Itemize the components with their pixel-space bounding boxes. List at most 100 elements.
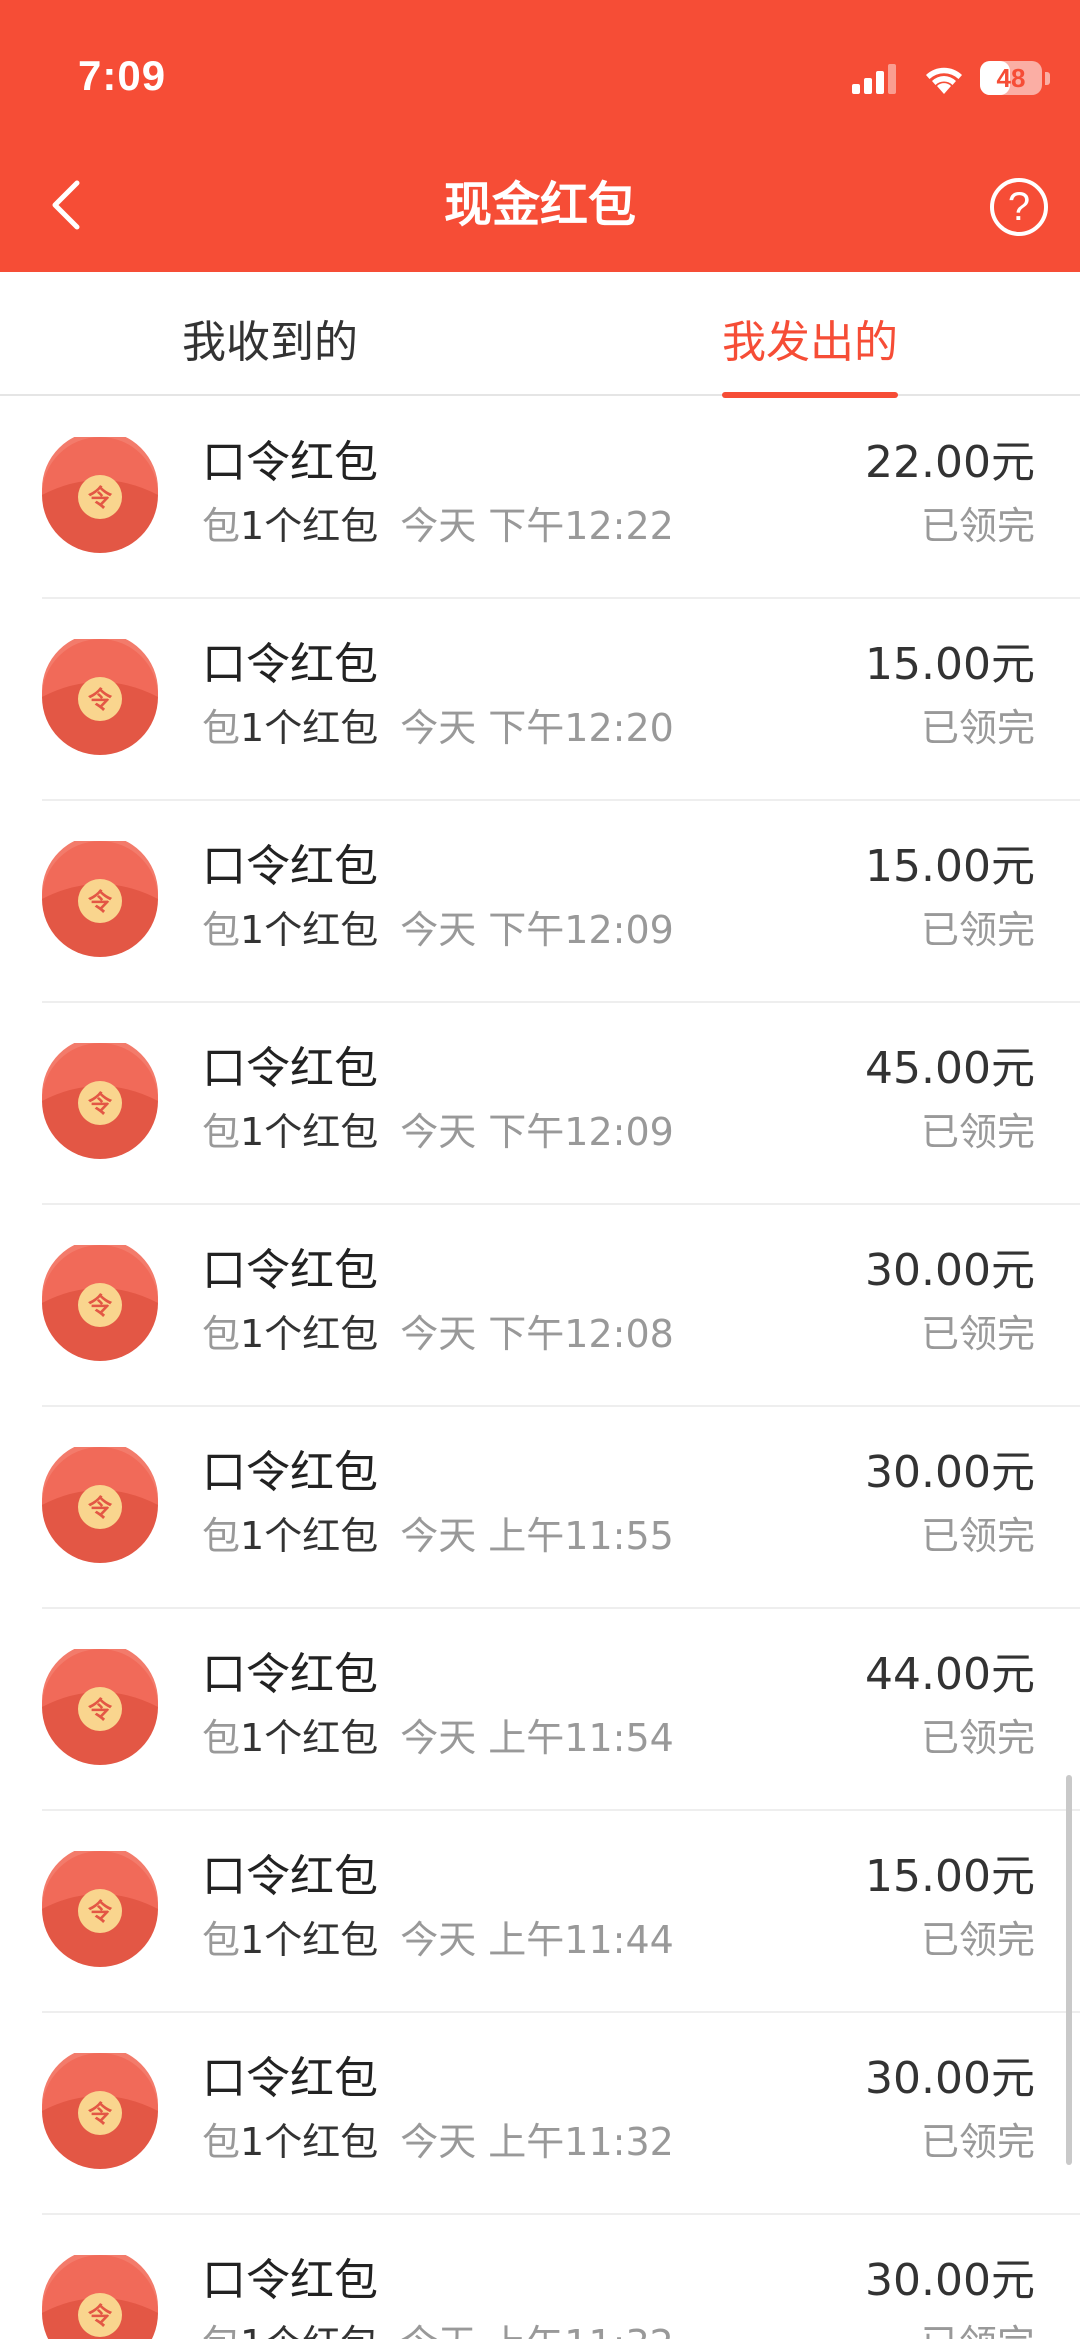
page-title: 现金红包 (443, 177, 636, 233)
item-subtitle: 包1个红包 今天 上午11:54 (202, 1713, 674, 1763)
item-status: 已领完 (920, 504, 1035, 548)
tab-sent-label: 我发出的 (722, 306, 898, 398)
item-count: 1个红包 (240, 1918, 379, 1962)
seal-glyph: 令 (88, 686, 113, 714)
item-amount: 15.00元 (865, 1851, 1035, 1902)
tab-received[interactable]: 我收到的 (0, 272, 540, 394)
item-amount: 15.00元 (865, 841, 1035, 892)
tab-received-label: 我收到的 (182, 317, 358, 368)
list-item[interactable]: 令 口令红包 包1个红包 今天 下午12:22 22.00元 已领完 (42, 397, 1080, 599)
list-item[interactable]: 令 口令红包 包1个红包 今天 下午12:09 45.00元 已领完 (42, 1003, 1080, 1205)
item-title: 口令红包 (202, 841, 378, 892)
item-count: 1个红包 (240, 504, 379, 548)
item-time: 今天 上午11:54 (400, 1716, 674, 1760)
seal-glyph: 令 (88, 888, 113, 916)
seal-glyph: 令 (88, 1898, 113, 1926)
item-count: 1个红包 (240, 2120, 379, 2164)
item-subtitle: 包1个红包 今天 下午12:09 (202, 1107, 674, 1157)
item-prefix: 包 (202, 1514, 241, 1558)
red-packet-icon: 令 (42, 2053, 158, 2169)
seal-glyph: 令 (88, 1696, 113, 1724)
item-time: 今天 下午12:09 (400, 1110, 674, 1154)
item-prefix: 包 (202, 1918, 241, 1962)
signal-icon (852, 64, 896, 94)
red-packet-list: 令 口令红包 包1个红包 今天 下午12:22 22.00元 已领完 令 口令红包… (0, 397, 1080, 2339)
item-amount: 30.00元 (865, 2053, 1035, 2104)
list-item[interactable]: 令 口令红包 包1个红包 今天 上午11:32 30.00元 已领完 (42, 2215, 1080, 2339)
item-prefix: 包 (202, 504, 241, 548)
scrollbar[interactable] (1066, 1775, 1072, 2165)
item-prefix: 包 (202, 2120, 241, 2164)
battery-icon: 48 (980, 61, 1042, 95)
item-prefix: 包 (202, 2322, 240, 2339)
status-time: 7:09 (78, 52, 167, 99)
red-packet-icon: 令 (42, 1447, 158, 1563)
red-packet-icon: 令 (42, 1649, 158, 1765)
item-time: 今天 上午11:44 (400, 1918, 674, 1962)
item-subtitle: 包1个红包 今天 下午12:08 (202, 1309, 674, 1359)
item-title: 口令红包 (202, 2053, 378, 2104)
item-prefix: 包 (202, 1716, 241, 1760)
item-title: 口令红包 (202, 639, 378, 690)
item-prefix: 包 (202, 706, 241, 750)
item-time: 今天 下午12:22 (400, 504, 674, 548)
item-amount: 45.00元 (865, 1043, 1035, 1094)
seal-glyph: 令 (88, 1292, 113, 1320)
list-item[interactable]: 令 口令红包 包1个红包 今天 上午11:54 44.00元 已领完 (42, 1609, 1080, 1811)
item-amount: 22.00元 (865, 437, 1035, 488)
item-count: 1个红包 (240, 706, 379, 750)
item-time: 今天 下午12:20 (400, 706, 674, 750)
item-status: 已领完 (920, 908, 1035, 952)
list-item[interactable]: 令 口令红包 包1个红包今天 上午11:32 30.00元 已领完 (42, 2013, 1080, 2215)
help-button[interactable]: ? (990, 178, 1048, 236)
item-status: 已领完 (920, 706, 1035, 750)
item-title: 口令红包 (202, 1649, 378, 1700)
seal-glyph: 令 (88, 1090, 113, 1118)
item-amount: 30.00元 (865, 1447, 1035, 1498)
red-packet-icon: 令 (42, 1851, 158, 1967)
item-title: 口令红包 (202, 1043, 378, 1094)
item-title: 口令红包 (202, 437, 378, 488)
item-subtitle: 包1个红包 今天 下午12:20 (202, 703, 674, 753)
status-icons: 48 (850, 58, 1050, 98)
seal-glyph: 令 (88, 484, 113, 512)
red-packet-icon: 令 (42, 2255, 158, 2339)
item-time: 今天 下午12:09 (400, 908, 674, 952)
list-item[interactable]: 令 口令红包 包1个红包 今天 下午12:20 15.00元 已领完 (42, 599, 1080, 801)
item-count: 1个红包 (240, 2322, 378, 2339)
list-item[interactable]: 令 口令红包 包1个红包 今天 下午12:08 30.00元 已领完 (42, 1205, 1080, 1407)
item-count: 1个红包 (240, 1716, 379, 1760)
tab-sent[interactable]: 我发出的 (540, 272, 1080, 398)
tab-bar: 我收到的 我发出的 (0, 272, 1080, 398)
item-count: 1个红包 (240, 1110, 379, 1154)
item-subtitle: 包1个红包 今天 上午11:44 (202, 1915, 674, 1965)
seal-glyph: 令 (88, 2302, 113, 2330)
list-item[interactable]: 令 口令红包 包1个红包 今天 下午12:09 15.00元 已领完 (42, 801, 1080, 1003)
battery-cap (1045, 71, 1050, 85)
item-time: 今天 上午11:32 (400, 2322, 674, 2339)
question-circle-icon: ? (1007, 185, 1031, 229)
item-status: 已领完 (920, 1110, 1035, 1154)
list-item[interactable]: 令 口令红包 包1个红包 今天 上午11:44 15.00元 已领完 (42, 1811, 1080, 2013)
seal-glyph: 令 (88, 1494, 113, 1522)
list-item[interactable]: 令 口令红包 包1个红包 今天 上午11:55 30.00元 已领完 (42, 1407, 1080, 1609)
item-title: 口令红包 (202, 2255, 378, 2306)
item-prefix: 包 (202, 908, 241, 952)
item-status: 已领完 (920, 1514, 1035, 1558)
item-time: 今天 上午11:32 (400, 2120, 674, 2164)
battery-level: 48 (996, 62, 1026, 93)
red-packet-icon: 令 (42, 437, 158, 553)
item-subtitle: 包1个红包 今天 上午11:55 (202, 1511, 674, 1561)
item-subtitle: 包1个红包今天 上午11:32 (202, 2117, 674, 2167)
item-count: 1个红包 (240, 1312, 379, 1356)
red-packet-icon: 令 (42, 841, 158, 957)
item-subtitle: 包1个红包 今天 下午12:09 (202, 905, 674, 955)
item-subtitle: 包1个红包 今天 上午11:32 (202, 2319, 674, 2339)
item-status: 已领完 (921, 2319, 1035, 2339)
item-subtitle: 包1个红包 今天 下午12:22 (202, 501, 674, 551)
item-time: 今天 下午12:08 (400, 1312, 674, 1356)
seal-glyph: 令 (88, 2100, 113, 2128)
item-count: 1个红包 (240, 1514, 379, 1558)
item-prefix: 包 (202, 1312, 241, 1356)
item-amount: 30.00元 (865, 2255, 1035, 2306)
